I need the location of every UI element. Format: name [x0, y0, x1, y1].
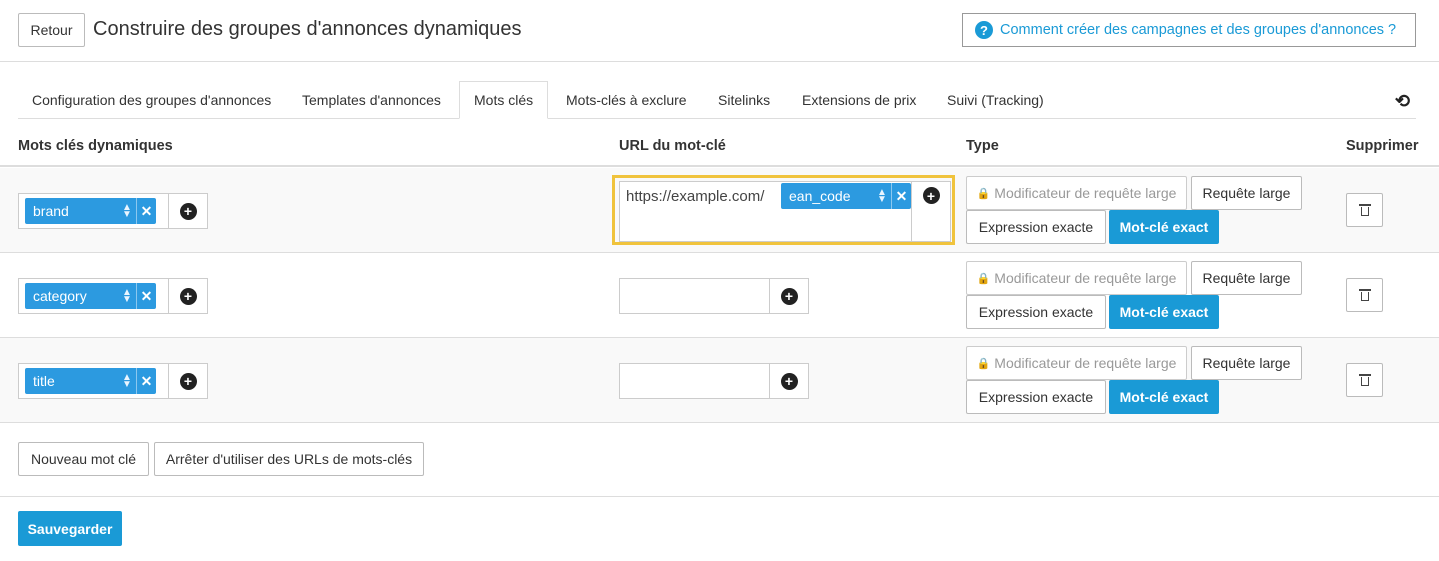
url-tag-label: ean_code [789, 188, 851, 204]
type-broad-button[interactable]: Requête large [1191, 176, 1302, 210]
stop-keyword-urls-button[interactable]: Arrêter d'utiliser des URLs de mots-clés [154, 442, 424, 476]
remove-tag-icon[interactable]: ✕ [136, 283, 156, 309]
keyword-tag[interactable]: category ▲ ▼ ✕ [25, 283, 156, 309]
type-broad-button[interactable]: Requête large [1191, 346, 1302, 380]
keyword-tag-label: brand [33, 203, 69, 219]
lock-icon: 🔒 [976, 272, 991, 285]
url-parameter-tag[interactable]: ean_code ▲ ▼ ✕ [781, 183, 911, 209]
remove-tag-icon[interactable]: ✕ [891, 183, 911, 209]
refresh-icon[interactable]: ⟲ [1395, 91, 1410, 112]
tab-ad-templates[interactable]: Templates d'annonces [288, 81, 455, 119]
table-header: Mots clés dynamiques URL du mot-clé Type… [0, 128, 1439, 167]
add-keyword-button[interactable]: + [168, 364, 207, 398]
url-field[interactable]: + [619, 278, 809, 314]
lock-icon: 🔒 [976, 357, 991, 370]
type-broad-modifier-button: 🔒 Modificateur de requête large [966, 261, 1187, 295]
add-keyword-button[interactable]: + [168, 279, 207, 313]
lock-icon: 🔒 [976, 187, 991, 200]
keyword-tag-label: category [33, 288, 87, 304]
page-title: Construire des groupes d'annonces dynami… [93, 18, 522, 40]
type-exact-button[interactable]: Mot-clé exact [1109, 210, 1219, 244]
keyword-field[interactable]: brand ▲ ▼ ✕ + [18, 193, 208, 229]
tab-tracking[interactable]: Suivi (Tracking) [933, 81, 1058, 119]
help-link-button[interactable]: ? Comment créer des campagnes et des gro… [962, 13, 1416, 47]
plus-circle-icon: + [780, 372, 798, 390]
tab-sitelinks[interactable]: Sitelinks [704, 81, 784, 119]
trash-icon [1358, 289, 1371, 301]
type-exact-button[interactable]: Mot-clé exact [1109, 380, 1219, 414]
plus-circle-icon: + [780, 287, 798, 305]
trash-icon [1358, 204, 1371, 216]
type-broad-modifier-button: 🔒 Modificateur de requête large [966, 346, 1187, 380]
sort-arrows-icon[interactable]: ▲ ▼ [118, 203, 136, 220]
new-keyword-button[interactable]: Nouveau mot clé [18, 442, 149, 476]
header-type: Type [966, 138, 999, 154]
type-broad-button[interactable]: Requête large [1191, 261, 1302, 295]
table-row: title ▲ ▼ ✕ + + 🔒 Modificateur de requête … [0, 338, 1439, 423]
type-phrase-button[interactable]: Expression exacte [966, 380, 1106, 414]
help-link-label: Comment créer des campagnes et des group… [1000, 22, 1397, 38]
remove-tag-icon[interactable]: ✕ [136, 368, 156, 394]
plus-circle-icon: + [179, 202, 197, 220]
top-bar: Retour Construire des groupes d'annonces… [0, 0, 1439, 62]
keyword-tag[interactable]: title ▲ ▼ ✕ [25, 368, 156, 394]
tab-keywords[interactable]: Mots clés [459, 81, 549, 119]
sort-arrows-icon[interactable]: ▲ ▼ [118, 373, 136, 390]
add-url-parameter-button[interactable]: + [769, 364, 808, 398]
trash-icon [1358, 374, 1371, 386]
header-url: URL du mot-clé [619, 138, 726, 154]
save-button[interactable]: Sauvegarder [18, 511, 122, 546]
keyword-field[interactable]: title ▲ ▼ ✕ + [18, 363, 208, 399]
question-circle-icon: ? [975, 21, 993, 39]
type-phrase-button[interactable]: Expression exacte [966, 295, 1106, 329]
delete-button[interactable] [1346, 193, 1383, 227]
remove-tag-icon[interactable]: ✕ [136, 198, 156, 224]
tab-configuration[interactable]: Configuration des groupes d'annonces [18, 81, 285, 119]
type-phrase-button[interactable]: Expression exacte [966, 210, 1106, 244]
delete-button[interactable] [1346, 278, 1383, 312]
delete-button[interactable] [1346, 363, 1383, 397]
add-url-parameter-button[interactable]: + [769, 279, 808, 313]
keyword-field[interactable]: category ▲ ▼ ✕ + [18, 278, 208, 314]
url-field[interactable]: + [619, 363, 809, 399]
header-delete: Supprimer [1346, 138, 1419, 154]
keyword-tag[interactable]: brand ▲ ▼ ✕ [25, 198, 156, 224]
add-url-parameter-button[interactable]: + [911, 182, 950, 241]
add-keyword-button[interactable]: + [168, 194, 207, 228]
header-keywords: Mots clés dynamiques [18, 138, 173, 154]
tab-negative-keywords[interactable]: Mots-clés à exclure [552, 81, 701, 119]
divider [0, 496, 1439, 497]
plus-circle-icon: + [179, 287, 197, 305]
type-broad-modifier-button: 🔒 Modificateur de requête large [966, 176, 1187, 210]
plus-circle-icon: + [922, 187, 940, 204]
tab-price-extensions[interactable]: Extensions de prix [788, 81, 930, 119]
sort-arrows-icon[interactable]: ▲ ▼ [118, 288, 136, 305]
url-text: https://example.com/ [626, 188, 765, 205]
type-exact-button[interactable]: Mot-clé exact [1109, 295, 1219, 329]
tab-bar: Configuration des groupes d'annonces Tem… [18, 81, 1416, 119]
back-button[interactable]: Retour [18, 13, 85, 47]
url-field[interactable]: https://example.com/ ean_code ▲ ▼ ✕ + [619, 181, 951, 242]
sort-arrows-icon[interactable]: ▲ ▼ [873, 188, 891, 205]
table-row: category ▲ ▼ ✕ + + 🔒 Modificateur de requê… [0, 253, 1439, 338]
keyword-tag-label: title [33, 373, 55, 389]
plus-circle-icon: + [179, 372, 197, 390]
